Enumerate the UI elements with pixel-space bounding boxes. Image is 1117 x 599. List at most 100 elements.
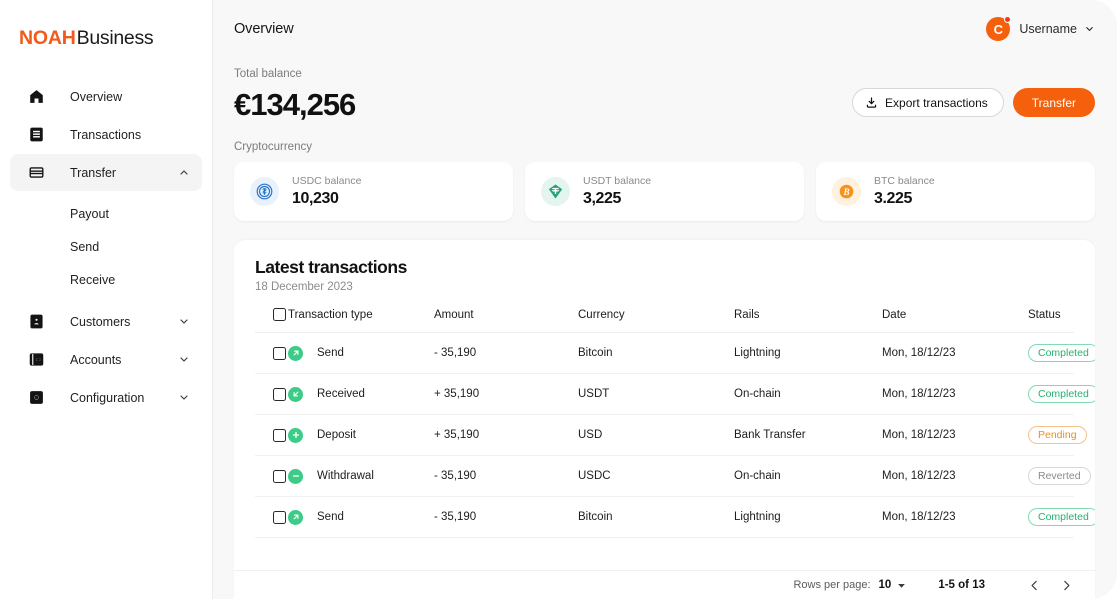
sidebar-item-transactions[interactable]: Transactions xyxy=(10,116,202,153)
rails-cell: Bank Transfer xyxy=(734,414,882,456)
select-all-checkbox[interactable] xyxy=(273,308,286,321)
usdt-card-text: USDT balance 3,225 xyxy=(583,175,651,208)
user-menu[interactable]: C Username xyxy=(986,16,1095,41)
status-badge: Completed xyxy=(1028,344,1095,362)
chevron-right-icon[interactable] xyxy=(1055,574,1077,596)
transfer-button[interactable]: Transfer xyxy=(1012,88,1095,117)
balance-row: €134,256 Export transactions Transfer xyxy=(234,88,1095,120)
row-checkbox[interactable] xyxy=(273,469,286,483)
sidebar-subitem-send[interactable]: Send xyxy=(10,230,202,263)
row-checkbox[interactable] xyxy=(273,428,286,442)
status-cell: Completed xyxy=(1028,332,1095,374)
download-icon xyxy=(865,96,878,109)
chevron-down-icon[interactable] xyxy=(178,354,190,366)
row-select-cell xyxy=(255,496,288,538)
table-row[interactable]: Send - 35,190 Bitcoin Lightning Mon, 18/12/2… xyxy=(255,496,1095,538)
status-badge: Reverted xyxy=(1028,467,1091,485)
column-header-transaction-type[interactable]: Transaction type xyxy=(288,293,434,333)
gear-icon xyxy=(27,389,45,407)
usdt-balance-card[interactable]: USDT balance 3,225 xyxy=(525,162,804,221)
date-cell: Mon, 18/12/23 xyxy=(882,373,1028,415)
brand-name-secondary: Business xyxy=(76,27,154,49)
column-header-date[interactable]: Date xyxy=(882,293,1028,333)
usdt-balance-value: 3,225 xyxy=(583,189,622,207)
transaction-type-cell: Deposit xyxy=(288,414,434,456)
usdc-icon xyxy=(250,177,279,206)
chevron-left-icon[interactable] xyxy=(1023,574,1045,596)
status-badge: Completed xyxy=(1028,385,1095,403)
usdc-balance-card[interactable]: USDC balance 10,230 xyxy=(234,162,513,221)
row-checkbox[interactable] xyxy=(273,510,286,524)
brand-logo[interactable]: NOAH Business xyxy=(0,0,212,58)
table-row[interactable]: Deposit + 35,190 USD Bank Transfer Mon, 18/1… xyxy=(255,414,1087,456)
caret-down-icon[interactable] xyxy=(897,581,906,590)
column-header-status[interactable]: Status xyxy=(1028,293,1074,333)
currency-cell: Bitcoin xyxy=(578,496,734,538)
date-cell: Mon, 18/12/23 xyxy=(882,496,1028,538)
cryptocurrency-label: Cryptocurrency xyxy=(234,141,312,153)
transaction-type-label: Withdrawal xyxy=(317,470,374,482)
row-checkbox[interactable] xyxy=(273,346,286,360)
usdt-icon xyxy=(541,177,570,206)
row-checkbox[interactable] xyxy=(273,387,286,401)
column-header-amount[interactable]: Amount xyxy=(434,293,578,333)
pagination-bar: Rows per page: 10 1-5 of 13 xyxy=(234,570,1095,599)
transactions-table: Transaction type Amount Currency Rails D… xyxy=(255,293,1095,538)
row-select-cell xyxy=(255,373,288,415)
transaction-type-cell: Received xyxy=(288,373,434,415)
arrow-up-right-icon xyxy=(288,509,303,525)
pagination-range: 1-5 of 13 xyxy=(938,579,985,591)
panel-header: Latest transactions 18 December 2023 xyxy=(234,240,1095,293)
chevron-up-icon[interactable] xyxy=(178,167,190,179)
export-transactions-label: Export transactions xyxy=(885,95,988,110)
transaction-type-cell: Send xyxy=(288,496,434,538)
status-cell: Reverted xyxy=(1028,455,1091,497)
chevron-down-icon[interactable] xyxy=(178,392,190,404)
sidebar-item-transfer[interactable]: Transfer xyxy=(10,154,202,191)
sidebar-subitem-payout[interactable]: Payout xyxy=(10,197,202,230)
wallet-icon xyxy=(27,351,45,369)
crypto-cards: USDC balance 10,230 USDT balance 3,225 B… xyxy=(234,162,1095,221)
panel-date: 18 December 2023 xyxy=(255,281,353,293)
row-select-cell xyxy=(255,414,288,456)
table-row[interactable]: Received + 35,190 USDT On-chain Mon, 18/12/2… xyxy=(255,373,1095,415)
sidebar-nav: Overview Transactions Transfer Payout Se… xyxy=(0,78,212,416)
transaction-type-cell: Withdrawal xyxy=(288,455,434,497)
usdc-card-text: USDC balance 10,230 xyxy=(292,175,361,208)
rails-cell: On-chain xyxy=(734,455,882,497)
sidebar: NOAH Business Overview Transactions Tran… xyxy=(0,0,213,599)
amount-cell: - 35,190 xyxy=(434,455,578,497)
date-cell: Mon, 18/12/23 xyxy=(882,332,1028,374)
transaction-type-label: Send xyxy=(317,347,344,359)
rows-per-page-value[interactable]: 10 xyxy=(879,579,892,591)
sidebar-item-label: Transfer xyxy=(70,165,117,180)
currency-cell: Bitcoin xyxy=(578,332,734,374)
amount-cell: + 35,190 xyxy=(434,414,578,456)
total-balance-value: €134,256 xyxy=(234,87,356,122)
sidebar-item-label: Configuration xyxy=(70,390,145,405)
sidebar-subitem-receive[interactable]: Receive xyxy=(10,263,202,296)
latest-transactions-panel: Latest transactions 18 December 2023 Tra… xyxy=(234,240,1095,599)
transactions-table-wrapper: Transaction type Amount Currency Rails D… xyxy=(234,293,1095,570)
export-transactions-button[interactable]: Export transactions xyxy=(852,88,1004,117)
card-icon xyxy=(27,164,45,182)
row-select-cell xyxy=(255,455,288,497)
sidebar-item-label: Overview xyxy=(70,89,123,104)
column-header-rails[interactable]: Rails xyxy=(734,293,882,333)
content-area: Total balance €134,256 Export transactio… xyxy=(213,58,1117,599)
page-title: Overview xyxy=(234,21,294,37)
sidebar-item-configuration[interactable]: Configuration xyxy=(10,379,202,416)
btc-balance-label: BTC balance xyxy=(874,175,935,188)
chevron-down-icon[interactable] xyxy=(1084,24,1095,35)
chevron-down-icon[interactable] xyxy=(178,316,190,328)
status-badge: Pending xyxy=(1028,426,1087,444)
column-header-currency[interactable]: Currency xyxy=(578,293,734,333)
sidebar-item-overview[interactable]: Overview xyxy=(10,78,202,115)
table-row[interactable]: Withdrawal - 35,190 USDC On-chain Mon, 18/12… xyxy=(255,455,1091,497)
table-row[interactable]: Send - 35,190 Bitcoin Lightning Mon, 18/12/2… xyxy=(255,332,1095,374)
user-icon xyxy=(27,313,45,331)
sidebar-item-accounts[interactable]: Accounts xyxy=(10,341,202,378)
btc-balance-card[interactable]: B BTC balance 3.225 xyxy=(816,162,1095,221)
plus-icon xyxy=(288,427,303,443)
sidebar-item-customers[interactable]: Customers xyxy=(10,303,202,340)
